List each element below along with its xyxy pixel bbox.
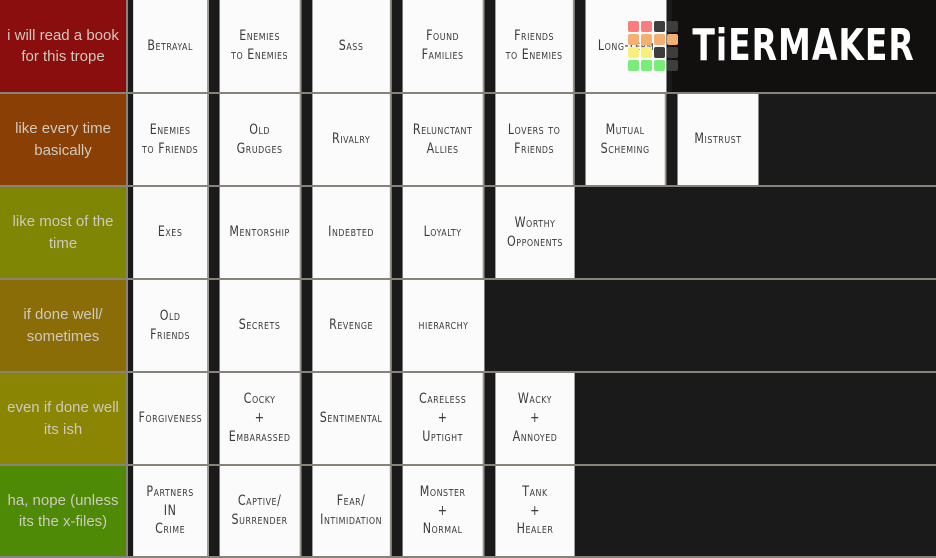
tier-item[interactable]: Sentimental	[312, 373, 392, 464]
tier-row: i will read a book for this trope Betray…	[0, 0, 936, 94]
tier-item[interactable]: hierarchy	[402, 280, 485, 371]
tier-item-label: Secrets	[238, 317, 281, 334]
tier-items-3: Exes Mentorship Indebted Loyalty Worthy Oppo…	[128, 187, 758, 278]
tier-row-empty-area-2[interactable]	[850, 94, 936, 185]
tier-item-label: Enemies to Enemies	[231, 28, 289, 63]
tier-item[interactable]: Long-Term	[585, 0, 667, 92]
tier-item[interactable]: Enemies to Enemies	[219, 0, 302, 92]
tier-item-label: Betrayal	[147, 37, 193, 54]
tier-item[interactable]: Fear/ Intimidation	[312, 466, 392, 556]
tier-item[interactable]: Friends to Enemies	[495, 0, 575, 92]
tier-item[interactable]: Loyalty	[402, 187, 485, 278]
tier-item-label: Lovers to Friends	[507, 121, 561, 157]
tier-item-label: Wacky + Annoyed	[512, 391, 558, 445]
tier-item-label: Fear/ Intimidation	[320, 493, 383, 528]
tier-item-label: Sass	[338, 37, 364, 54]
tier-item-label: hierarchy	[418, 317, 469, 334]
tier-row: like every time basically Enemies to Fri…	[0, 94, 936, 187]
tier-item[interactable]: Careless + Uptight	[402, 373, 485, 464]
tier-item[interactable]: Captive/ Surrender	[219, 466, 302, 556]
tier-row-empty-area-6[interactable]	[758, 466, 936, 556]
tier-item-label: Enemies to Friends	[142, 121, 199, 157]
tier-row: even if done well its ish Forgiveness Coc…	[0, 373, 936, 466]
tier-item[interactable]: Rivalry	[312, 94, 392, 185]
tier-item-label: Rivalry	[332, 131, 371, 148]
tier-row-empty-area-4[interactable]	[713, 280, 936, 371]
tier-item[interactable]: Sass	[312, 0, 392, 92]
tier-item[interactable]: Mentorship	[219, 187, 302, 278]
tier-item[interactable]: Betrayal	[133, 0, 209, 92]
tier-row: like most of the time Exes Mentorship Inde…	[0, 187, 936, 280]
tier-items-1: Betrayal Enemies to Enemies Sass Found Fami…	[128, 0, 804, 92]
tier-item-label: Indebted	[328, 224, 375, 241]
tier-items-6: Partners IN Crime Captive/ Surrender Fear/…	[128, 466, 758, 556]
tier-item[interactable]: Mistrust	[677, 94, 759, 185]
tier-item[interactable]: Old Friends	[133, 280, 209, 371]
tier-item-label: Monster + Normal	[419, 483, 466, 538]
tier-label-3[interactable]: like most of the time	[0, 187, 128, 278]
tier-item[interactable]: Relunctant Allies	[402, 94, 485, 185]
tier-item[interactable]: Exes	[133, 187, 209, 278]
tier-item-label: Revenge	[329, 317, 374, 334]
tier-items-2: Enemies to Friends Old Grudges Rivalry Relu…	[128, 94, 850, 185]
tier-items-4: Old Friends Secrets Revenge hierarchy	[128, 280, 713, 371]
tier-label-4[interactable]: if done well/ sometimes	[0, 280, 128, 371]
tier-row: if done well/ sometimes Old Friends Secre…	[0, 280, 936, 373]
tier-item-label: Tank + Healer	[516, 483, 554, 538]
tier-item[interactable]: Secrets	[219, 280, 302, 371]
tier-item-label: Cocky + Embarassed	[228, 391, 291, 445]
tier-item-label: Exes	[157, 224, 183, 241]
tier-item[interactable]: Monster + Normal	[402, 466, 485, 556]
tier-item-label: Worthy Opponents	[507, 214, 563, 250]
tier-item[interactable]: Cocky + Embarassed	[219, 373, 302, 464]
tier-item-label: Mistrust	[694, 131, 742, 148]
tier-label-1[interactable]: i will read a book for this trope	[0, 0, 128, 92]
tier-row-empty-area-1[interactable]	[804, 0, 936, 92]
tier-item[interactable]: Worthy Opponents	[495, 187, 575, 278]
tier-row: ha, nope (unless its the x-files) Partne…	[0, 466, 936, 558]
tier-item-label: Partners IN Crime	[146, 483, 194, 538]
tier-item-label: Captive/ Surrender	[231, 493, 288, 528]
tier-item-label: Forgiveness	[138, 410, 203, 427]
tier-item-label: Friends to Enemies	[505, 28, 563, 63]
tier-item[interactable]: Old Grudges	[219, 94, 302, 185]
tier-row-empty-area-5[interactable]	[758, 373, 936, 464]
tier-label-2[interactable]: like every time basically	[0, 94, 128, 185]
tier-item-label: Mutual Scheming	[600, 121, 650, 157]
tier-item[interactable]: Tank + Healer	[495, 466, 575, 556]
tier-item-label: Loyalty	[423, 224, 462, 241]
tier-item[interactable]: Wacky + Annoyed	[495, 373, 575, 464]
tier-item-label: Long-Term	[597, 37, 655, 54]
tier-item[interactable]: Revenge	[312, 280, 392, 371]
tier-item[interactable]: Enemies to Friends	[133, 94, 209, 185]
tier-item-label: Careless + Uptight	[418, 391, 467, 445]
tier-item-label: Found Families	[421, 28, 464, 63]
tier-list-board: i will read a book for this trope Betray…	[0, 0, 936, 558]
tier-label-5[interactable]: even if done well its ish	[0, 373, 128, 464]
tier-label-6[interactable]: ha, nope (unless its the x-files)	[0, 466, 128, 556]
tier-item[interactable]: Forgiveness	[133, 373, 209, 464]
tier-item-label: Mentorship	[229, 224, 290, 241]
tier-item[interactable]: Lovers to Friends	[495, 94, 575, 185]
tier-items-5: Forgiveness Cocky + Embarassed Sentimental…	[128, 373, 758, 464]
tier-item-label: Relunctant Allies	[412, 121, 473, 157]
tier-item-label: Sentimental	[319, 410, 383, 427]
tier-item[interactable]: Found Families	[402, 0, 485, 92]
tier-item-label: Old Friends	[150, 307, 191, 343]
tier-item[interactable]: Partners IN Crime	[133, 466, 209, 556]
tier-item[interactable]: Indebted	[312, 187, 392, 278]
tier-item[interactable]: Mutual Scheming	[585, 94, 667, 185]
tier-row-empty-area-3[interactable]	[758, 187, 936, 278]
tier-item-label: Old Grudges	[236, 121, 283, 157]
